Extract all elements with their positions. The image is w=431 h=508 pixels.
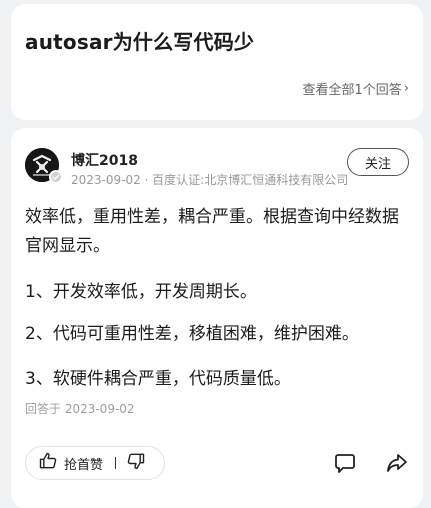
follow-button[interactable]: 关注 (347, 148, 409, 176)
question-title: autosar为什么写代码少 (25, 30, 255, 54)
answer-paragraph: 2、代码可重用性差，移植困难，维护困难。 (25, 324, 359, 344)
answer-paragraph: 效率低，重用性差，耦合严重。根据查询中经数据官网显示。 (25, 207, 399, 256)
verified-badge-icon (49, 170, 63, 184)
question-card: autosar为什么写代码少 查看全部1个回答 › (11, 4, 423, 120)
view-all-answers-link[interactable]: 查看全部1个回答 › (303, 79, 409, 98)
share-icon[interactable] (385, 451, 409, 475)
thumbs-down-icon[interactable] (126, 451, 146, 475)
upvote-button[interactable]: 抢首赞 (64, 454, 103, 473)
author-name[interactable]: 博汇2018 (71, 150, 138, 170)
view-all-answers-label: 查看全部1个回答 (302, 83, 402, 98)
thumbs-up-icon[interactable] (38, 451, 58, 475)
vote-control: 抢首赞 (25, 446, 165, 480)
vote-divider (115, 457, 117, 469)
answer-paragraph: 1、开发效率低，开发周期长。 (25, 282, 257, 302)
answered-date: 回答于 2023-09-02 (25, 402, 135, 416)
answer-paragraph: 3、软硬件耦合严重，代码质量低。 (25, 369, 291, 389)
comment-icon[interactable] (333, 451, 357, 475)
answer-card: 博汇2018 2023-09-02 · 百度认证:北京博汇恒通科技有限公司 关注… (11, 128, 423, 508)
author-meta: 2023-09-02 · 百度认证:北京博汇恒通科技有限公司 (71, 173, 349, 187)
chevron-right-icon: › (403, 81, 409, 96)
